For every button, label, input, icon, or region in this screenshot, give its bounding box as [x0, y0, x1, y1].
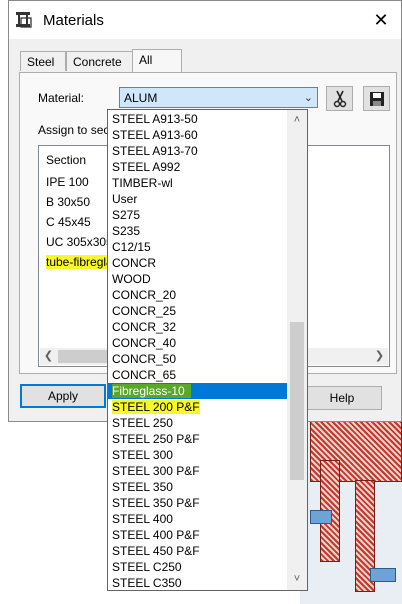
dropdown-option[interactable]: STEEL 200 P&F	[108, 399, 287, 415]
close-icon: ✕	[373, 10, 389, 30]
material-select-value: ALUM	[124, 91, 158, 105]
dropdown-option[interactable]: User	[108, 191, 287, 207]
dropdown-option-label: STEEL 300	[112, 448, 173, 462]
window-title: Materials	[43, 12, 104, 29]
dropdown-option-label: Fibreglass-10	[112, 384, 191, 398]
dropdown-option[interactable]: STEEL 250 P&F	[108, 431, 287, 447]
dropdown-option[interactable]: S235	[108, 223, 287, 239]
dropdown-option-label: CONCR_25	[112, 304, 177, 318]
dropdown-option-label: STEEL 350 P&F	[112, 496, 200, 510]
save-button[interactable]	[363, 86, 390, 111]
scroll-up-icon[interactable]: ˄	[287, 112, 307, 129]
scroll-left-icon[interactable]: ❮	[40, 348, 57, 365]
material-label: Material:	[38, 91, 85, 105]
dropdown-option-label: S235	[112, 224, 141, 238]
dropdown-option-label: STEEL 200 P&F	[112, 400, 200, 414]
list-item[interactable]: C 45x45	[46, 215, 91, 229]
dropdown-option[interactable]: WOOD	[108, 271, 287, 287]
dropdown-option[interactable]: STEEL 300 P&F	[108, 463, 287, 479]
list-item[interactable]: IPE 100	[46, 175, 89, 189]
apply-button[interactable]: Apply	[20, 384, 106, 408]
tab-steel[interactable]: Steel	[20, 51, 66, 71]
dropdown-option[interactable]: STEEL 400 P&F	[108, 527, 287, 543]
dropdown-option[interactable]: Fibreglass-10	[108, 383, 287, 399]
floppy-disk-icon	[369, 92, 384, 106]
close-button[interactable]: ✕	[367, 7, 395, 33]
dropdown-option[interactable]: STEEL A913-50	[108, 111, 287, 127]
dropdown-option[interactable]: STEEL 300	[108, 447, 287, 463]
dropdown-option-label: STEEL A913-70	[112, 144, 198, 158]
dropdown-option-label: STEEL 450 P&F	[112, 544, 200, 558]
dropdown-option[interactable]: CONCR_25	[108, 303, 287, 319]
dropdown-option-label: S275	[112, 208, 141, 222]
title-bar[interactable]: Materials ✕	[9, 1, 401, 39]
dropdown-option[interactable]: STEEL 250	[108, 415, 287, 431]
dropdown-option-label: STEEL 350	[112, 480, 173, 494]
tab-label: All	[139, 53, 153, 67]
material-select[interactable]: ALUM ⌄	[119, 87, 318, 108]
dropdown-option[interactable]: STEEL 400	[108, 511, 287, 527]
dropdown-option-label: STEEL 250 P&F	[112, 432, 200, 446]
model-base-beam	[370, 568, 396, 582]
tab-concrete[interactable]: Concrete	[66, 51, 138, 71]
dropdown-option-label: CONCR_20	[112, 288, 177, 302]
dropdown-option-label: STEEL A913-50	[112, 112, 198, 126]
dropdown-option[interactable]: STEEL A992	[108, 159, 287, 175]
section-list-header: Section	[46, 153, 87, 167]
tab-label: Steel	[27, 55, 55, 69]
dropdown-option[interactable]: CONCR_40	[108, 335, 287, 351]
dropdown-option[interactable]: TIMBER-wl	[108, 175, 287, 191]
dropdown-option-label: CONCR	[112, 256, 156, 270]
dropdown-option[interactable]: STEEL C250	[108, 559, 287, 575]
dropdown-option-label: TIMBER-wl	[112, 176, 173, 190]
dropdown-option[interactable]: CONCR_50	[108, 351, 287, 367]
dropdown-option[interactable]: CONCR_20	[108, 287, 287, 303]
dropdown-option-label: WOOD	[112, 272, 151, 286]
tab-all[interactable]: All	[132, 49, 182, 72]
dropdown-option-label: STEEL 250	[112, 416, 173, 430]
dropdown-option[interactable]: C12/15	[108, 239, 287, 255]
chevron-down-icon: ⌄	[303, 92, 313, 104]
dropdown-option[interactable]: STEEL 350	[108, 479, 287, 495]
scrollbar-thumb[interactable]	[290, 322, 304, 480]
help-button[interactable]: Help	[302, 386, 382, 410]
dropdown-option-label: CONCR_40	[112, 336, 177, 350]
tab-label: Concrete	[73, 55, 122, 69]
model-viewport-background	[300, 420, 402, 604]
dropdown-option[interactable]: STEEL C350	[108, 575, 287, 590]
dropdown-option-label: STEEL 400	[112, 512, 173, 526]
assign-to-sections-label: Assign to sect	[38, 123, 113, 137]
dropdown-option-label: C12/15	[112, 240, 151, 254]
dropdown-option-label: STEEL A913-60	[112, 128, 198, 142]
dropdown-option-label: CONCR_65	[112, 368, 177, 382]
dropdown-option-label: STEEL A992	[112, 160, 181, 174]
list-item[interactable]: tube-fibregla	[46, 255, 113, 269]
dropdown-option[interactable]: CONCR	[108, 255, 287, 271]
material-dropdown-list[interactable]: STEEL A913-50 STEEL A913-60 STEEL A913-70 S…	[107, 109, 308, 591]
dropdown-option[interactable]: CONCR_65	[108, 367, 287, 383]
dropdown-option-label: STEEL 400 P&F	[112, 528, 200, 542]
dropdown-option-label: STEEL C250	[112, 560, 182, 574]
list-item[interactable]: B 30x50	[46, 195, 90, 209]
dropdown-option-label: User	[112, 192, 138, 206]
cut-button[interactable]	[326, 86, 353, 111]
dropdown-option[interactable]: S275	[108, 207, 287, 223]
dropdown-items: STEEL A913-50 STEEL A913-60 STEEL A913-70 S…	[108, 111, 287, 590]
dropdown-option-label: CONCR_32	[112, 320, 177, 334]
scroll-down-icon[interactable]: ˅	[287, 571, 307, 588]
dropdown-option-label: CONCR_50	[112, 352, 177, 366]
dropdown-option-label: STEEL C350	[112, 576, 182, 590]
dropdown-option[interactable]: STEEL A913-60	[108, 127, 287, 143]
vertical-scrollbar[interactable]: ˄ ˅	[287, 110, 307, 590]
materials-window-icon	[16, 12, 32, 28]
scissors-icon	[333, 90, 346, 108]
model-base-beam	[310, 510, 332, 524]
dropdown-option[interactable]: STEEL A913-70	[108, 143, 287, 159]
scroll-right-icon[interactable]: ❯	[371, 348, 388, 365]
dropdown-option[interactable]: CONCR_32	[108, 319, 287, 335]
dropdown-option[interactable]: STEEL 350 P&F	[108, 495, 287, 511]
dropdown-option-label: STEEL 300 P&F	[112, 464, 200, 478]
dropdown-option[interactable]: STEEL 450 P&F	[108, 543, 287, 559]
